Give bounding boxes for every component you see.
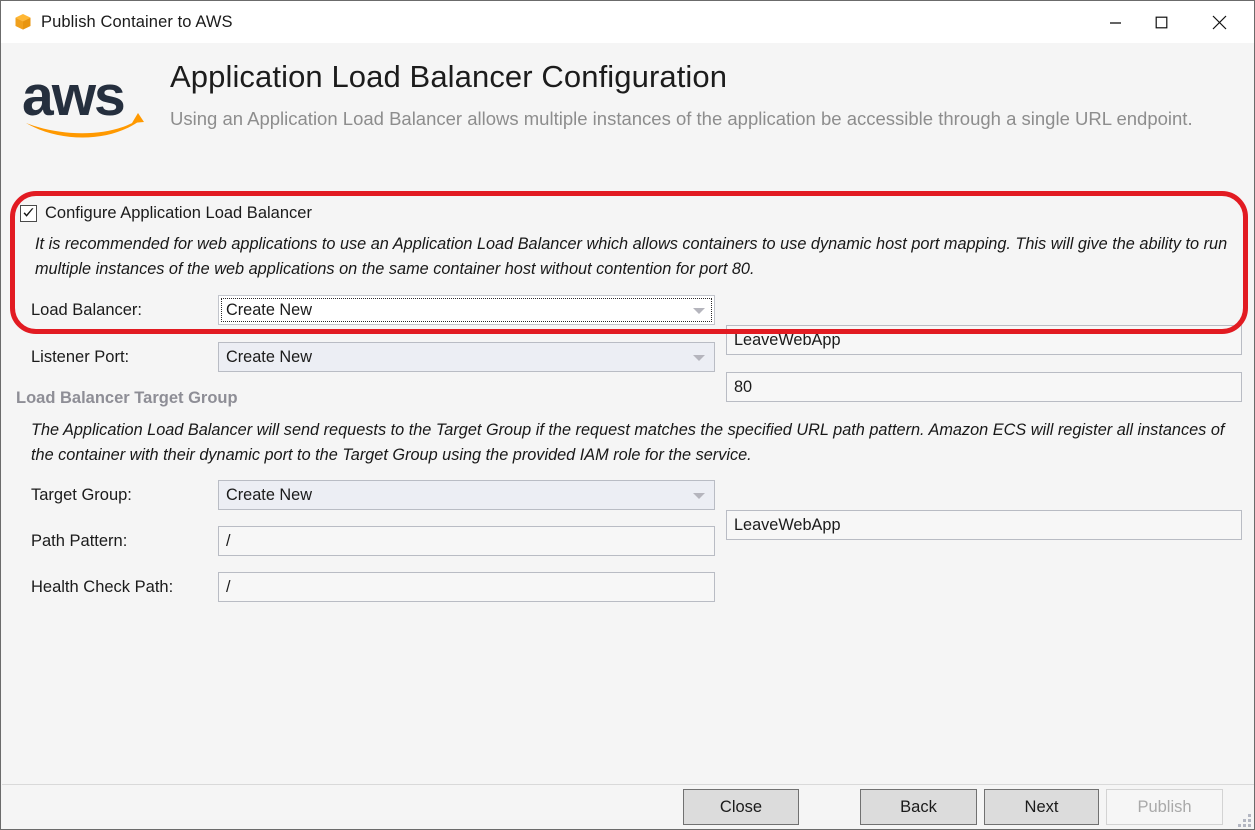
title-bar: Publish Container to AWS — [1, 1, 1254, 43]
minimize-button[interactable] — [1092, 1, 1138, 43]
health-check-path-input[interactable]: / — [218, 572, 715, 602]
package-box-icon — [14, 13, 32, 31]
configure-alb-label: Configure Application Load Balancer — [45, 204, 312, 222]
chevron-down-icon[interactable] — [693, 308, 705, 314]
target-group-select-value: Create New — [226, 486, 312, 504]
load-balancer-row: Load Balancer: Create New LeaveWebApp — [2, 295, 1242, 355]
chevron-down-icon[interactable] — [693, 355, 705, 361]
resize-grip[interactable] — [1238, 814, 1252, 828]
svg-text:aws: aws — [22, 64, 124, 128]
load-balancer-name-input[interactable]: LeaveWebApp — [726, 325, 1242, 355]
maximize-button[interactable] — [1138, 1, 1184, 43]
load-balancer-select[interactable]: Create New — [218, 295, 715, 325]
close-button[interactable] — [1184, 1, 1254, 43]
page-subtitle: Using an Application Load Balancer allow… — [170, 108, 1193, 129]
listener-port-label: Listener Port: — [31, 348, 130, 366]
load-balancer-note: It is recommended for web applications t… — [35, 235, 1228, 278]
window-controls — [1092, 1, 1254, 43]
load-balancer-name-value: LeaveWebApp — [734, 331, 841, 349]
health-check-path-value: / — [226, 578, 231, 596]
target-group-row: Target Group: Create New LeaveWebApp — [2, 480, 1242, 540]
target-group-label: Target Group: — [31, 486, 132, 504]
aws-logo: aws — [20, 61, 160, 141]
chevron-down-icon[interactable] — [693, 493, 705, 499]
listener-port-row: Listener Port: Create New 80 — [2, 342, 1242, 402]
window-title: Publish Container to AWS — [41, 12, 233, 31]
listener-port-select-value: Create New — [226, 348, 312, 366]
publish-button: Publish — [1106, 789, 1223, 825]
page-title: Application Load Balancer Configuration — [170, 59, 728, 94]
load-balancer-label: Load Balancer: — [31, 301, 142, 319]
dialog-footer: Close Back Next Publish — [2, 784, 1254, 829]
target-group-section-heading: Load Balancer Target Group — [16, 389, 238, 407]
back-button[interactable]: Back — [860, 789, 977, 825]
listener-port-value: 80 — [734, 378, 753, 396]
configure-alb-checkbox-row[interactable]: Configure Application Load Balancer — [20, 204, 312, 223]
health-check-path-label: Health Check Path: — [31, 578, 174, 596]
dialog-body: Configure Application Load Balancer It i… — [2, 186, 1254, 784]
target-group-select[interactable]: Create New — [218, 480, 715, 510]
path-pattern-input[interactable]: / — [218, 526, 715, 556]
close-button-footer[interactable]: Close — [683, 789, 799, 825]
listener-port-select[interactable]: Create New — [218, 342, 715, 372]
load-balancer-select-value: Create New — [226, 301, 312, 319]
next-button[interactable]: Next — [984, 789, 1099, 825]
checkmark-icon — [23, 208, 34, 217]
path-pattern-value: / — [226, 532, 231, 550]
dialog-header: aws Application Load Balancer Configurat… — [2, 43, 1254, 186]
target-group-note: The Application Load Balancer will send … — [31, 421, 1225, 464]
path-pattern-label: Path Pattern: — [31, 532, 128, 550]
target-group-name-input[interactable]: LeaveWebApp — [726, 510, 1242, 540]
target-group-name-value: LeaveWebApp — [734, 516, 841, 534]
listener-port-input[interactable]: 80 — [726, 372, 1242, 402]
publish-container-dialog: Publish Container to AWS aws Application… — [0, 0, 1255, 830]
configure-alb-checkbox[interactable] — [20, 205, 37, 222]
